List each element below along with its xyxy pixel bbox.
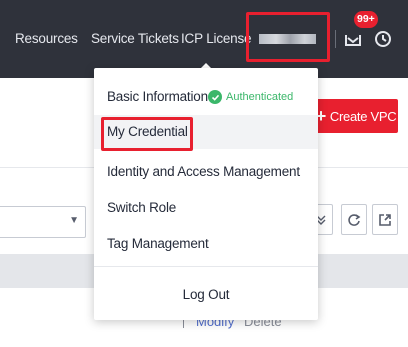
create-vpc-button[interactable]: + Create VPC (314, 99, 398, 133)
envelope-icon (345, 35, 361, 46)
menu-item-label: Switch Role (107, 200, 177, 215)
account-menu-trigger[interactable] (246, 12, 330, 62)
caret-down-icon: ▼ (69, 215, 79, 226)
menu-item-switch-role[interactable]: Switch Role (94, 191, 318, 225)
message-count-badge: 99+ (354, 11, 378, 28)
menu-divider (94, 266, 318, 267)
account-dropdown-menu: Basic Information Authenticated My Crede… (94, 68, 318, 320)
my-credential-highlight (101, 117, 193, 151)
authenticated-label: Authenticated (226, 91, 294, 103)
menu-item-label: Tag Management (107, 236, 209, 251)
menu-item-label: Log Out (182, 287, 230, 302)
menu-item-tag-management[interactable]: Tag Management (94, 227, 318, 261)
account-name-redacted (259, 34, 316, 44)
menu-item-label: Identity and Access Management (107, 164, 300, 179)
check-circle-icon (208, 90, 222, 104)
create-vpc-label: Create VPC (329, 108, 397, 124)
export-icon (379, 213, 391, 226)
menu-item-log-out[interactable]: Log Out (94, 278, 318, 312)
refresh-icon (348, 213, 361, 226)
nav-icp-license[interactable]: ICP License (181, 31, 252, 46)
filter-select[interactable]: ▼ (0, 206, 86, 238)
refresh-button[interactable] (341, 204, 367, 235)
authenticated-badge: Authenticated (208, 90, 293, 104)
nav-resources[interactable]: Resources (15, 31, 78, 46)
clock-icon[interactable] (374, 30, 392, 48)
nav-service-tickets[interactable]: Service Tickets (91, 31, 179, 46)
export-button[interactable] (372, 204, 398, 235)
menu-item-label: Basic Information (107, 89, 208, 104)
menu-item-identity-access-management[interactable]: Identity and Access Management (94, 155, 318, 189)
nav-divider (335, 30, 336, 48)
messages-button[interactable] (342, 27, 364, 49)
